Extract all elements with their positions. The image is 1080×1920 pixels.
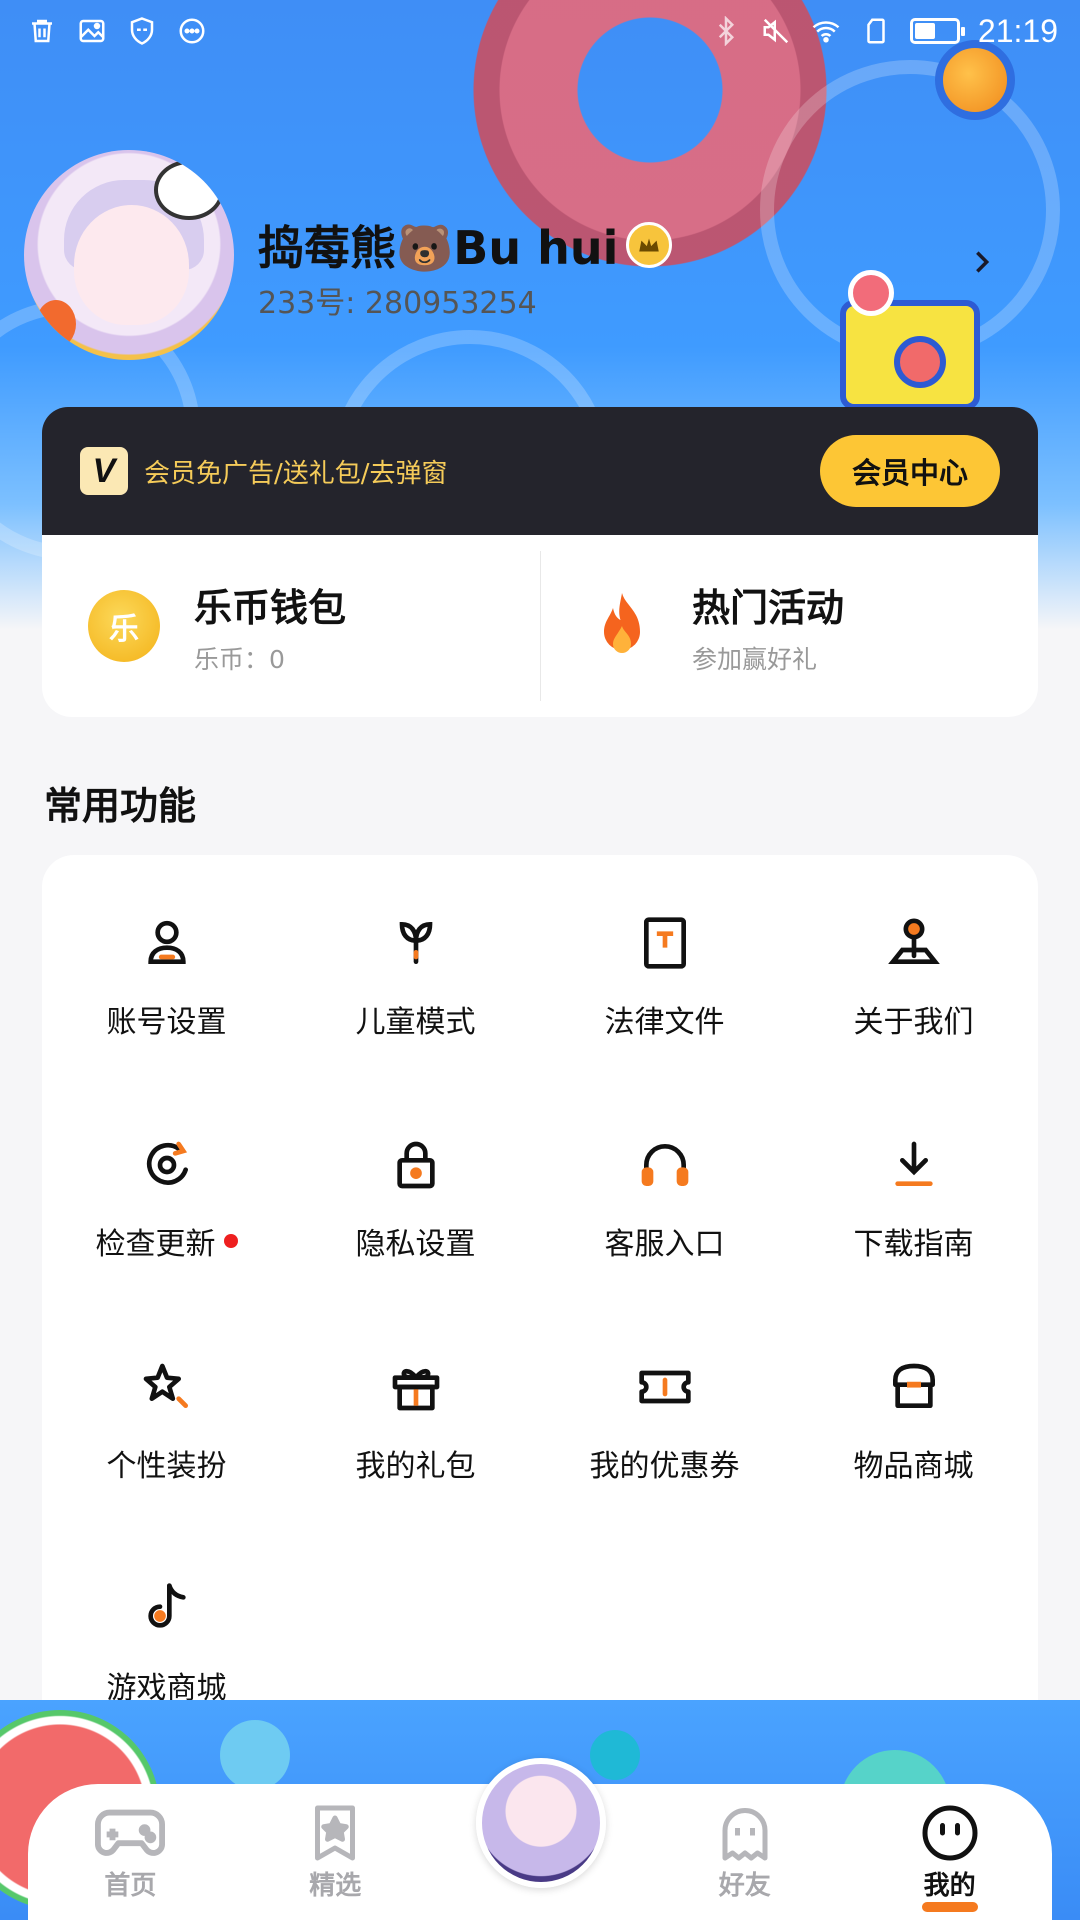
profile-avatar[interactable] [24, 150, 234, 360]
headset-icon [637, 1137, 693, 1193]
trash-icon [26, 15, 58, 47]
tv-decoration [840, 300, 980, 410]
pin-decoration [848, 270, 894, 316]
mute-icon [760, 15, 792, 47]
download-icon [886, 1137, 942, 1193]
chevron-right-icon[interactable] [968, 248, 996, 276]
lock-icon [388, 1137, 444, 1193]
carrot-decoration [36, 300, 76, 348]
function-label: 检查更新 [96, 1219, 238, 1263]
star-bookmark-icon [300, 1803, 370, 1863]
gamepad-icon [95, 1803, 166, 1863]
coin-icon: 乐 [88, 590, 160, 662]
function-label: 儿童模式 [355, 1005, 476, 1040]
function-label: 个性装扮 [106, 1449, 227, 1484]
function-my-gifts[interactable]: 我的礼包 [291, 1359, 540, 1581]
smiley-icon [915, 1803, 985, 1863]
nav-home[interactable]: 首页 [28, 1803, 233, 1902]
nav-friends[interactable]: 好友 [642, 1803, 847, 1902]
vip-center-button[interactable]: 会员中心 [820, 435, 1000, 507]
function-label-text: 检查更新 [95, 1227, 216, 1262]
joystick-icon [886, 915, 942, 971]
shop-icon [886, 1359, 942, 1415]
gift-icon [388, 1359, 444, 1415]
status-time: 21:19 [977, 12, 1058, 49]
function-my-coupons[interactable]: 我的优惠券 [540, 1359, 789, 1581]
refresh-icon [139, 1137, 195, 1193]
fire-icon [586, 590, 658, 662]
username[interactable]: 捣莓熊🐻Bu hui [258, 212, 673, 278]
status-bar: 21:19 [0, 0, 1080, 62]
function-label: 隐私设置 [355, 1227, 476, 1262]
function-label: 客服入口 [604, 1227, 725, 1262]
function-legal-documents[interactable]: 法律文件 [540, 915, 789, 1137]
function-account-settings[interactable]: 账号设置 [42, 915, 291, 1137]
ticket-icon [637, 1359, 693, 1415]
nav-label: 首页 [104, 1870, 157, 1901]
crown-icon [626, 222, 673, 268]
function-customer-service[interactable]: 客服入口 [540, 1137, 789, 1359]
activity-subtitle: 参加赢好礼 [692, 644, 818, 674]
cat-decoration [154, 160, 224, 220]
star-wand-icon [139, 1359, 195, 1415]
update-badge-dot [223, 1234, 238, 1248]
function-download-guide[interactable]: 下载指南 [789, 1137, 1038, 1359]
nav-active-indicator [921, 1901, 978, 1912]
function-about-us[interactable]: 关于我们 [789, 915, 1038, 1137]
function-item-shop[interactable]: 物品商城 [789, 1359, 1038, 1581]
ghost-icon [710, 1803, 780, 1863]
function-kids-mode[interactable]: 儿童模式 [291, 915, 540, 1137]
nav-label: 我的 [923, 1870, 976, 1901]
function-check-update[interactable]: 检查更新 [42, 1137, 291, 1359]
shield-icon [126, 15, 158, 47]
function-label: 账号设置 [106, 1005, 227, 1040]
nav-featured[interactable]: 精选 [233, 1803, 438, 1902]
vip-logo-icon: V [80, 447, 128, 495]
wallet-title: 乐币钱包 [194, 585, 347, 630]
sim-icon [860, 15, 892, 47]
function-label: 我的优惠券 [589, 1449, 740, 1484]
functions-grid: 账号设置 儿童模式 法律文件 关于我们 检查更新 隐私设置 客服入口 下载指南 … [42, 915, 1038, 1803]
wallet-entry[interactable]: 乐 乐币钱包 乐币：0 [42, 535, 540, 717]
function-privacy-settings[interactable]: 隐私设置 [291, 1137, 540, 1359]
user-id: 233号: 280953254 [258, 286, 537, 321]
bluetooth-icon [710, 15, 742, 47]
tiktok-icon [139, 1581, 195, 1637]
hot-activity-entry[interactable]: 热门活动 参加赢好礼 [540, 535, 1038, 717]
user-icon [139, 915, 195, 971]
function-label: 关于我们 [853, 1005, 974, 1040]
wifi-icon [810, 15, 842, 47]
sprout-icon [388, 915, 444, 971]
wallet-balance: 乐币：0 [194, 644, 285, 674]
function-label: 物品商城 [853, 1449, 974, 1484]
vip-promo-text: 会员免广告/送礼包/去弹窗 [144, 458, 448, 489]
section-title: 常用功能 [44, 784, 197, 828]
username-text: 捣莓熊🐻Bu hui [258, 221, 619, 275]
nav-label: 好友 [718, 1870, 771, 1901]
battery-icon [909, 18, 965, 44]
function-personalize[interactable]: 个性装扮 [42, 1359, 291, 1581]
nav-mine[interactable]: 我的 [847, 1803, 1052, 1912]
function-label: 我的礼包 [355, 1449, 476, 1484]
image-icon [76, 15, 108, 47]
more-dots-icon [176, 15, 208, 47]
document-icon [637, 915, 693, 971]
nav-center-avatar-button[interactable] [476, 1758, 606, 1888]
wallet-card: 乐 乐币钱包 乐币：0 热门活动 参加赢好礼 [42, 535, 1038, 717]
function-label: 法律文件 [604, 1005, 725, 1040]
vip-banner[interactable]: V 会员免广告/送礼包/去弹窗 会员中心 [42, 407, 1038, 535]
function-label: 下载指南 [853, 1227, 974, 1262]
activity-title: 热门活动 [692, 585, 845, 630]
nav-label: 精选 [309, 1870, 362, 1901]
